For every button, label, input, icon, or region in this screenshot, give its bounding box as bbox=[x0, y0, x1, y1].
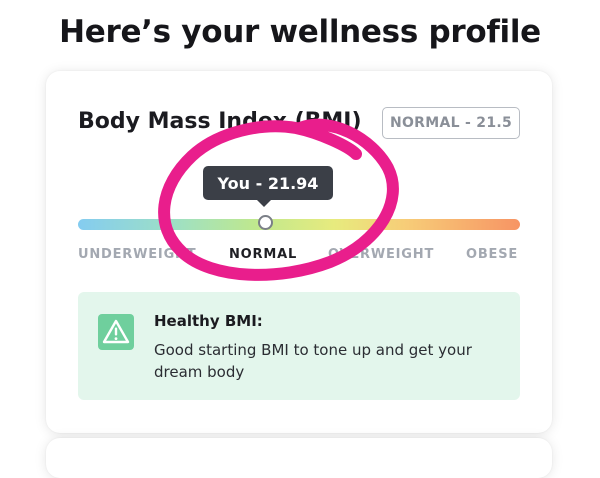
scale-label-obese: OBESE bbox=[466, 247, 519, 262]
tooltip-arrow bbox=[256, 199, 272, 207]
bmi-card: Body Mass Index (BMI) NORMAL - 21.5 You … bbox=[46, 71, 552, 433]
user-bmi-tooltip: You - 21.94 bbox=[203, 166, 333, 200]
bmi-heading: Body Mass Index (BMI) bbox=[78, 109, 362, 134]
scale-label-underweight: UNDERWEIGHT bbox=[78, 247, 197, 262]
info-body: Good starting BMI to tone up and get you… bbox=[154, 341, 472, 381]
next-card bbox=[46, 438, 552, 478]
bmi-scale-bar bbox=[78, 219, 520, 230]
scale-label-normal: NORMAL bbox=[229, 247, 298, 262]
warning-triangle-icon bbox=[98, 314, 134, 350]
bmi-scale-marker bbox=[258, 215, 273, 230]
bmi-info-box: Healthy BMI: Good starting BMI to tone u… bbox=[78, 292, 520, 400]
info-title: Healthy BMI: bbox=[154, 312, 263, 330]
status-badge: NORMAL - 21.5 bbox=[382, 107, 520, 139]
scale-label-overweight: OVERWEIGHT bbox=[328, 247, 435, 262]
page-title: Here’s your wellness profile bbox=[59, 14, 541, 50]
